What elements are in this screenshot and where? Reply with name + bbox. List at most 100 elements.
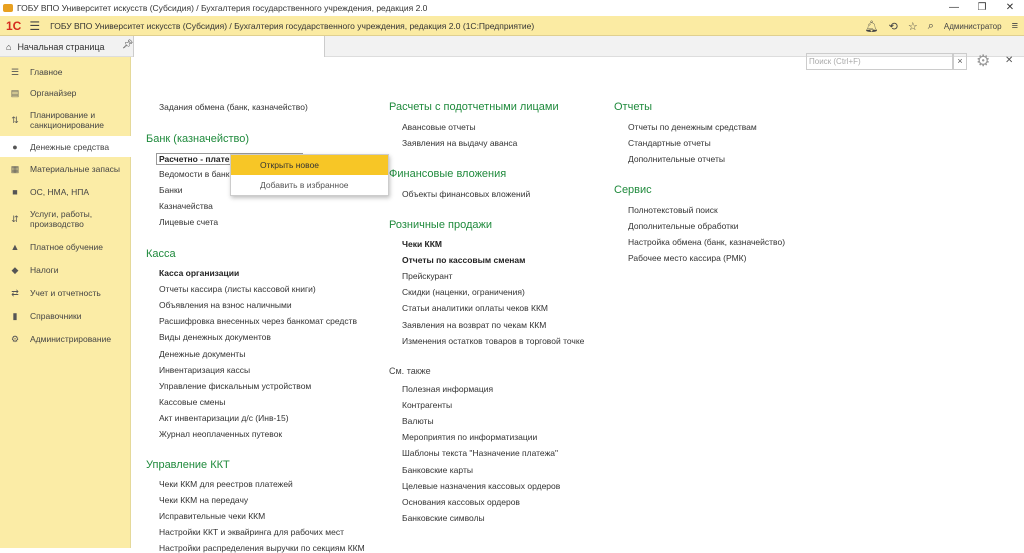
organizer-icon: ▤ — [10, 88, 20, 98]
search-input[interactable]: Поиск (Ctrl+F) — [806, 53, 953, 70]
gear-icon: ⚙ — [10, 334, 20, 344]
section-link[interactable]: Ведомости в банк — [159, 169, 229, 179]
section-link[interactable]: Отчеты по кассовым сменам — [402, 255, 525, 265]
section-title: Сервис — [614, 184, 652, 196]
section-link[interactable]: Дополнительные обработки — [628, 221, 738, 231]
sidebar-item-education[interactable]: ▲ Платное обучение — [0, 239, 131, 255]
truck-icon: ■ — [12, 187, 18, 197]
section-link[interactable]: Рабочее место кассира (РМК) — [628, 253, 746, 263]
section-link[interactable]: Настройка обмена (банк, казначейство) — [628, 237, 785, 247]
section-link[interactable]: Настройки ККТ и эквайринга для рабочих м… — [159, 527, 344, 537]
sidebar-item-assets[interactable]: ■ ОС, НМА, НПА — [0, 184, 131, 200]
settings-menu-icon[interactable]: ≡ — [1012, 20, 1018, 32]
section-link[interactable]: Расшифровка внесенных через банкомат сре… — [159, 316, 357, 326]
sidebar-item-planning[interactable]: ⇅ Планирование и санкционирование — [0, 107, 131, 133]
sidebar-item-taxes[interactable]: ◆ Налоги — [0, 262, 131, 278]
sidebar-item-label: Справочники — [30, 311, 82, 321]
section-link[interactable]: Скидки (наценки, ограничения) — [402, 287, 525, 297]
history-icon[interactable]: ⟲ — [889, 20, 898, 33]
sidebar-item-money[interactable]: ● Денежные средства — [0, 136, 131, 157]
section-link[interactable]: Полезная информация — [402, 384, 493, 394]
section-link[interactable]: Валюты — [402, 416, 434, 426]
section-link[interactable]: Задания обмена (банк, казначейство) — [159, 102, 308, 112]
section-link[interactable]: Статьи аналитики оплаты чеков ККМ — [402, 303, 548, 313]
sidebar-item-services[interactable]: ⇵ Услуги, работы, производство — [0, 206, 131, 232]
menu-item-add-favorite[interactable]: Добавить в избранное — [231, 175, 388, 195]
sidebar-item-label: Услуги, работы, производство — [30, 209, 93, 229]
section-title: Управление ККТ — [146, 459, 230, 471]
section-link[interactable]: Инвентаризация кассы — [159, 365, 250, 375]
clear-search-button[interactable]: × — [953, 53, 967, 70]
section-link[interactable]: Управление фискальным устройством — [159, 381, 311, 391]
section-link[interactable]: Настройки распределения выручки по секци… — [159, 543, 365, 553]
sidebar-item-organizer[interactable]: ▤ Органайзер — [0, 85, 131, 101]
section-link[interactable]: Мероприятия по информатизации — [402, 432, 537, 442]
app-logo-icon — [3, 4, 13, 12]
sidebar-item-admin[interactable]: ⚙ Администрирование — [0, 331, 131, 347]
section-link[interactable]: Лицевые счета — [159, 217, 218, 227]
sidebar-item-materials[interactable]: ▦ Материальные запасы — [0, 161, 131, 177]
section-link[interactable]: Чеки ККМ для реестров платежей — [159, 479, 293, 489]
section-link[interactable]: Банковские символы — [402, 513, 485, 523]
close-panel-button[interactable]: ✕ — [1005, 55, 1013, 66]
section-link[interactable]: Объекты финансовых вложений — [402, 189, 530, 199]
sidebar-item-label: Денежные средства — [30, 141, 110, 152]
graduation-cap-icon: ▲ — [10, 242, 20, 252]
tab-blank[interactable] — [133, 36, 325, 57]
section-link[interactable]: Касса организации — [159, 268, 239, 278]
section-link[interactable]: Банки — [159, 185, 182, 195]
sidebar-item-label: Учет и отчетность — [30, 288, 101, 298]
section-link[interactable]: Стандартные отчеты — [628, 138, 711, 148]
bell-icon[interactable]: 🔔︎ — [865, 20, 879, 33]
section-link[interactable]: Кассовые смены — [159, 397, 225, 407]
section-link[interactable]: Казначейства — [159, 201, 213, 211]
maximize-button[interactable]: ❐ — [968, 0, 996, 16]
section-link[interactable]: Чеки ККМ на передачу — [159, 495, 248, 505]
search-icon[interactable]: ⌕ — [928, 20, 934, 33]
close-window-button[interactable]: ✕ — [996, 0, 1024, 16]
star-icon[interactable]: ☆ — [908, 20, 918, 33]
section-title: Отчеты — [614, 101, 653, 113]
menu-icon: ☰ — [10, 67, 20, 77]
user-name[interactable]: Администратор — [944, 22, 1002, 31]
sidebar-item-references[interactable]: ▮ Справочники — [0, 308, 131, 324]
app-title: ГОБУ ВПО Университет искусств (Субсидия)… — [50, 20, 535, 31]
section-link[interactable]: Акт инвентаризации д/с (Инв-15) — [159, 413, 289, 423]
sidebar-item-label: Платное обучение — [30, 242, 103, 252]
section-link[interactable]: Заявления на выдачу аванса — [402, 138, 517, 148]
section-link[interactable]: Изменения остатков товаров в торговой то… — [402, 336, 584, 346]
section-link[interactable]: Авансовые отчеты — [402, 122, 476, 132]
section-link[interactable]: Прейскурант — [402, 271, 453, 281]
sidebar-item-label: Главное — [30, 67, 63, 77]
sidebar-item-main[interactable]: ☰ Главное — [0, 64, 131, 80]
sidebar-item-label: Материальные запасы — [30, 164, 121, 174]
section-link[interactable]: Денежные документы — [159, 349, 245, 359]
settings-gear-icon[interactable]: ⚙ — [976, 51, 990, 71]
section-link[interactable]: Отчеты по денежным средствам — [628, 122, 757, 132]
money-icon: ● — [12, 141, 18, 152]
sidebar-item-accounting[interactable]: ⇄ Учет и отчетность — [0, 285, 131, 301]
1c-logo: 1С — [6, 18, 22, 33]
section-link[interactable]: Чеки ККМ — [402, 239, 442, 249]
section-link[interactable]: Целевые назначения кассовых ордеров — [402, 481, 560, 491]
section-link[interactable]: Объявления на взнос наличными — [159, 300, 292, 310]
section-link[interactable]: Журнал неоплаченных путевок — [159, 429, 282, 439]
section-link[interactable]: Шаблоны текста "Назначение платежа" — [402, 448, 558, 458]
section-link[interactable]: Исправительные чеки ККМ — [159, 511, 265, 521]
menu-item-open-new[interactable]: Открыть новое — [231, 155, 388, 175]
section-link[interactable]: Основания кассовых ордеров — [402, 497, 520, 507]
section-link[interactable]: Полнотекстовый поиск — [628, 205, 718, 215]
minimize-button[interactable]: — — [940, 0, 968, 16]
tab-home[interactable]: ⌂ Начальная страница — [0, 36, 118, 57]
section-link[interactable]: Отчеты кассира (листы кассовой книги) — [159, 284, 316, 294]
section-link[interactable]: Виды денежных документов — [159, 332, 271, 342]
pin-icon[interactable]: 📌︎ — [122, 39, 133, 50]
main-menu-icon[interactable]: ☰ — [29, 19, 40, 33]
book-icon: ▮ — [12, 311, 18, 321]
section-link[interactable]: Банковские карты — [402, 465, 473, 475]
section-link[interactable]: Дополнительные отчеты — [628, 154, 725, 164]
section-link[interactable]: Заявления на возврат по чекам ККМ — [402, 320, 546, 330]
section-link[interactable]: Контрагенты — [402, 400, 452, 410]
sidebar-item-label: Администрирование — [30, 334, 112, 344]
window-title: ГОБУ ВПО Университет искусств (Субсидия)… — [17, 3, 428, 13]
